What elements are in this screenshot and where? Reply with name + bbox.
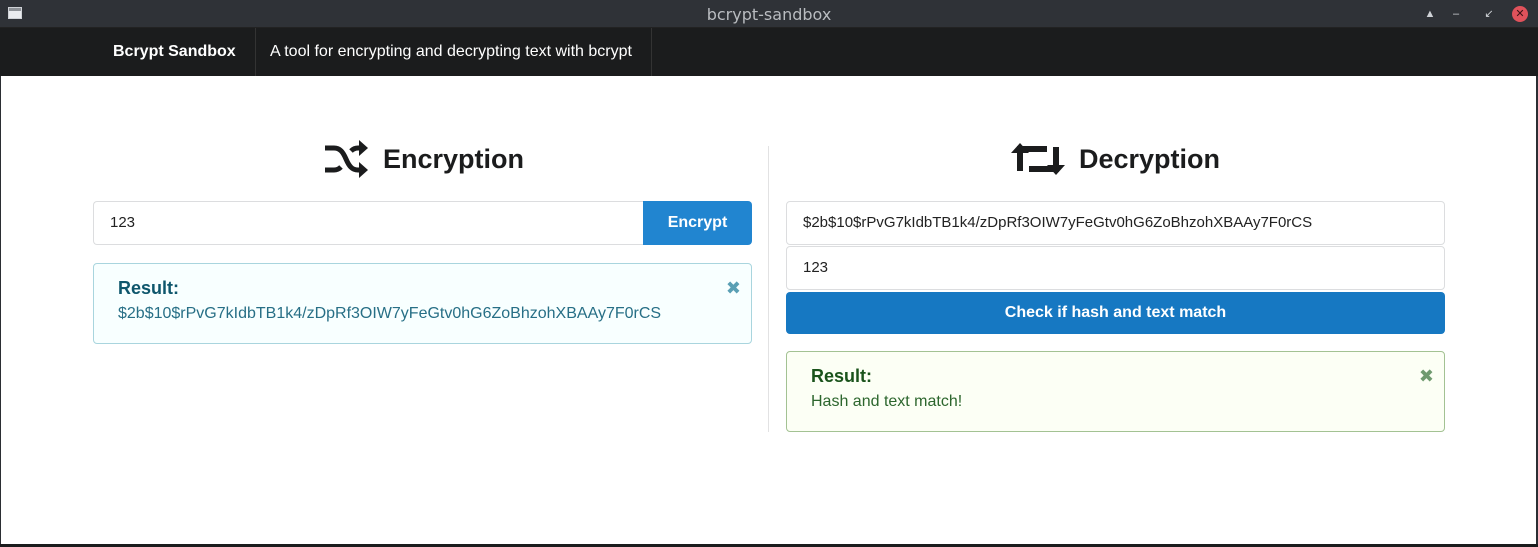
decryption-result-text: Hash and text match! <box>811 393 963 410</box>
navbar-brand[interactable]: Bcrypt Sandbox <box>94 28 256 76</box>
window-title: bcrypt-sandbox <box>706 5 832 24</box>
navbar-description: A tool for encrypting and decrypting tex… <box>251 28 652 76</box>
encryption-result-message: Result: $2b$10$rPvG7kIdbTB1k4/zDpRf3OIW7… <box>93 263 752 344</box>
decryption-result-message: Result: Hash and text match! ✖ <box>786 351 1445 432</box>
plain-text-input[interactable]: 123 <box>786 246 1445 290</box>
encrypt-text-input[interactable]: 123 <box>93 201 647 245</box>
close-icon[interactable]: ✖ <box>726 278 741 299</box>
hash-input[interactable]: $2b$10$rPvG7kIdbTB1k4/zDpRf3OIW7yFeGtv0h… <box>786 201 1445 245</box>
encrypt-button[interactable]: Encrypt <box>643 201 752 245</box>
decryption-heading: Decryption <box>1011 136 1220 182</box>
encryption-heading: Encryption <box>323 136 524 182</box>
window-minimize-button[interactable]: – <box>1448 6 1464 22</box>
window-shade-button[interactable]: ▲ <box>1422 6 1438 22</box>
app-navbar: Bcrypt Sandbox A tool for encrypting and… <box>0 28 1538 76</box>
close-icon[interactable]: ✖ <box>1419 366 1434 387</box>
window-restore-button[interactable]: ↙ <box>1481 6 1497 22</box>
column-divider <box>768 146 769 432</box>
main-content: Encryption 123 Encrypt Result: $2b$10$rP… <box>1 76 1536 544</box>
encryption-result-hash: $2b$10$rPvG7kIdbTB1k4/zDpRf3OIW7yFeGtv0h… <box>118 305 662 322</box>
window-close-button[interactable]: ✕ <box>1512 6 1528 22</box>
decryption-heading-text: Decryption <box>1079 143 1221 174</box>
encryption-result-header: Result: <box>118 278 180 298</box>
window-titlebar: bcrypt-sandbox ▲ – ↙ ✕ <box>0 0 1538 28</box>
check-match-button[interactable]: Check if hash and text match <box>786 292 1445 334</box>
encryption-heading-text: Encryption <box>383 143 525 174</box>
shuffle-icon <box>325 140 368 178</box>
retweet-icon <box>1011 143 1065 175</box>
decryption-result-header: Result: <box>811 366 873 386</box>
